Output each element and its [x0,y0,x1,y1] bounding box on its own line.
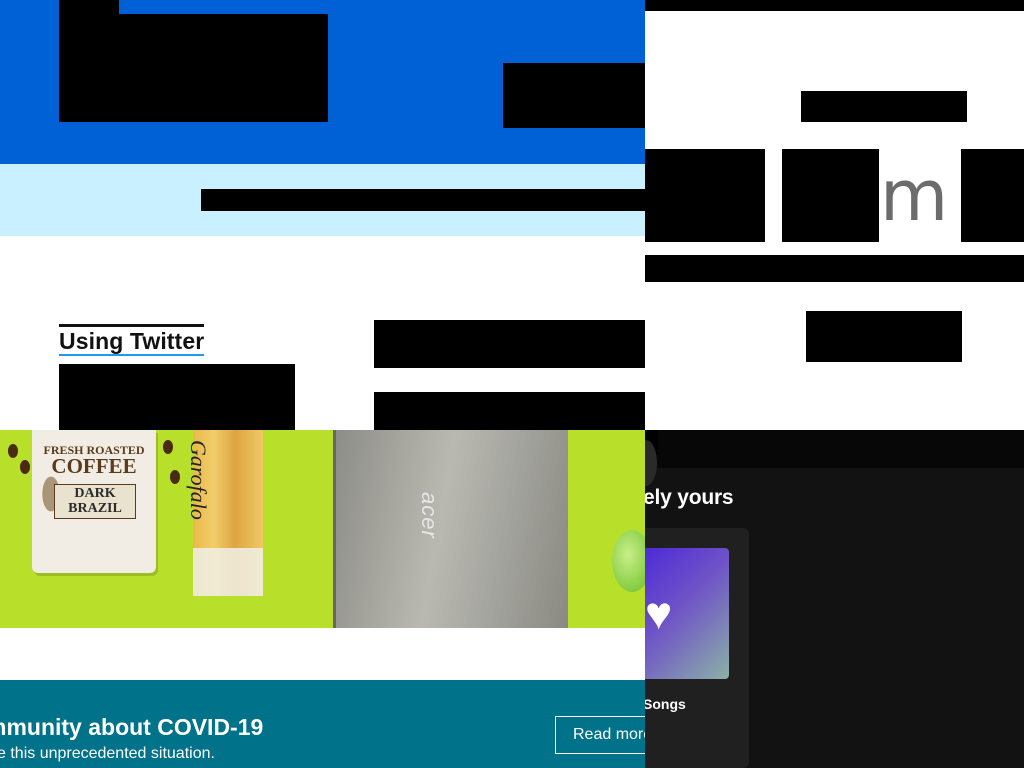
music-panel: ely yours ♥ Songs [645,430,1024,768]
coffee-bag-image: FRESH ROASTED COFFEE DARK BRAZIL [32,430,156,573]
coffee-variety-label: DARK BRAZIL [54,484,136,519]
pasta-brand: Garofalo [186,440,211,520]
section-title: ely yours [645,486,734,509]
using-twitter-link[interactable]: Using Twitter [59,324,205,356]
redacted-header-title [59,14,328,122]
liked-songs-label: Songs [645,696,686,712]
coffee-bean-icon [163,440,173,454]
top-bar [645,430,1024,468]
twitter-help-panel: Using Twitter [0,0,645,430]
apple-image [612,530,645,592]
covid-notice-subtitle: e this unprecedented situation. [0,745,215,762]
redacted-search-button[interactable] [806,311,962,362]
coffee-bean-icon [8,444,18,458]
redacted-article-title-2[interactable] [374,392,645,430]
redacted-logo-part-1 [645,149,765,242]
pasta-package-image: Garofalo [186,430,263,596]
redacted-logo [59,0,119,14]
redacted-logo-part-2 [782,149,879,242]
product-banner-image[interactable]: FRESH ROASTED COFFEE DARK BRAZIL Garofal… [0,430,645,628]
redacted-nav-item[interactable] [801,91,967,122]
read-more-button[interactable]: Read more [555,716,645,754]
redacted-search-input[interactable] [645,255,1024,282]
redacted-section-links[interactable] [59,364,295,430]
coffee-bean-icon [20,460,30,474]
coffee-bean-icon [170,470,180,484]
laptop-image: acer [333,430,568,628]
laptop-brand: acer [417,492,442,539]
covid-notice-title: mmunity about COVID-19 [0,714,264,740]
redacted-notice-text [201,189,645,211]
logo-letter: m [880,155,949,237]
redacted-article-title-1[interactable] [374,320,645,368]
pasta-wrap [193,548,263,596]
search-panel: m [645,0,1024,430]
heart-icon: ♥ [645,587,673,639]
redacted-top-bar [645,0,1024,11]
coffee-brand: FRESH ROASTED COFFEE [43,443,145,478]
redacted-logo-part-3 [961,149,1024,242]
redacted-header-button[interactable] [503,63,645,128]
shopping-panel: FRESH ROASTED COFFEE DARK BRAZIL Garofal… [0,430,645,768]
